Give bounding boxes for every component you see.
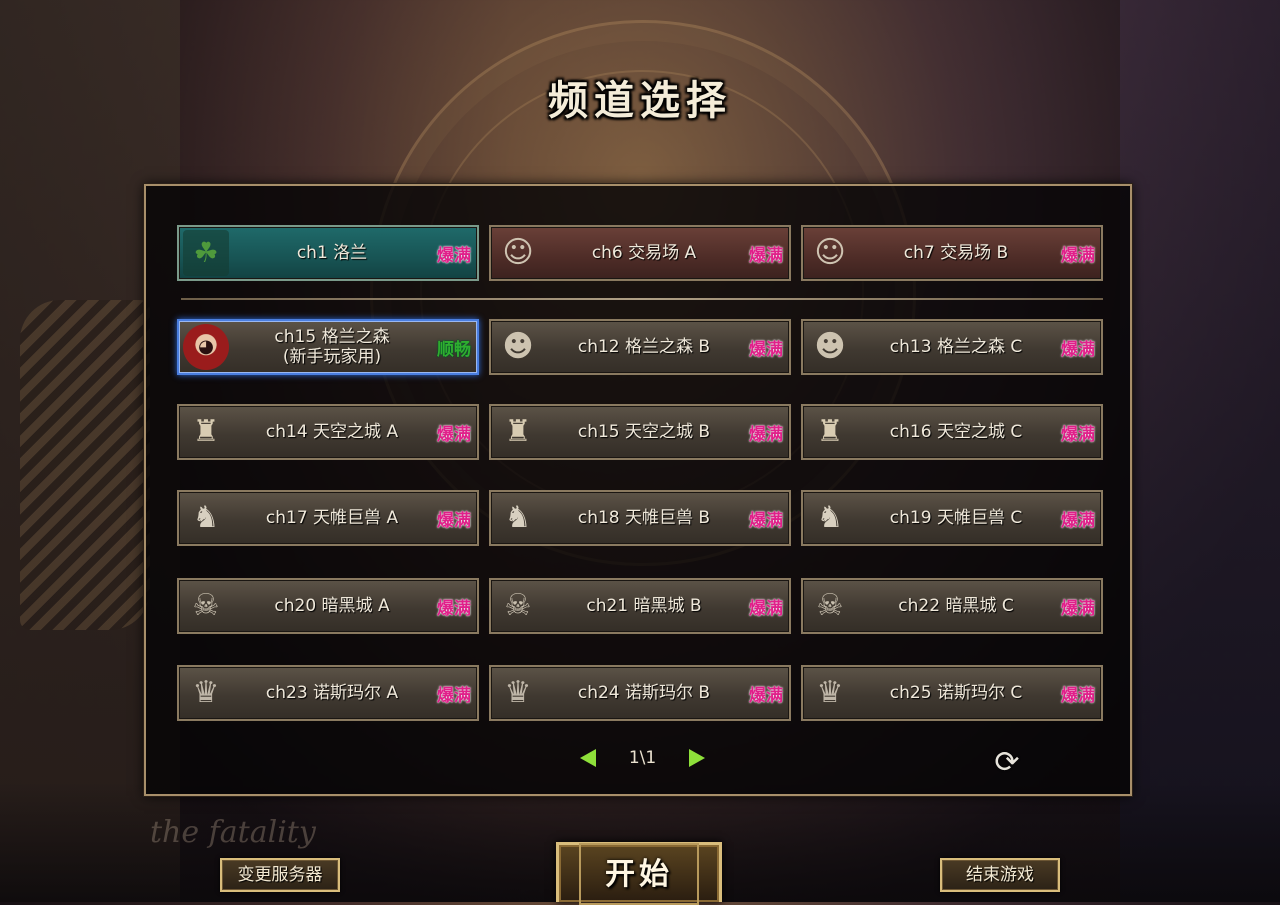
girl-icon: ◕	[183, 324, 229, 370]
status-badge: 爆满	[437, 510, 471, 531]
status-badge: 爆满	[1061, 339, 1095, 360]
start-button[interactable]: 开始	[556, 842, 722, 905]
channel-button-ch6[interactable]: ☺ ch6 交易场 A 爆满	[489, 225, 791, 281]
channel-button-ch17[interactable]: ♞ ch17 天帷巨兽 A 爆满	[177, 490, 479, 546]
status-badge: 顺畅	[437, 339, 471, 360]
channel-label: ch13 格兰之森 C	[889, 337, 1023, 357]
background-armor-artwork	[20, 300, 150, 630]
status-badge: 爆满	[1061, 510, 1095, 531]
channel-label: ch19 天帷巨兽 C	[889, 508, 1023, 528]
channel-button-ch20[interactable]: ☠ ch20 暗黑城 A 爆满	[177, 578, 479, 634]
channel-label: ch25 诺斯玛尔 C	[889, 683, 1023, 703]
channel-label: ch16 天空之城 C	[889, 422, 1023, 442]
mask-icon: ♞	[816, 500, 844, 535]
channel-button-ch14[interactable]: ♜ ch14 天空之城 A 爆满	[177, 404, 479, 460]
demon-icon: ☠	[816, 588, 844, 623]
channel-button-ch15[interactable]: ♜ ch15 天空之城 B 爆满	[489, 404, 791, 460]
channel-button-ch19[interactable]: ♞ ch19 天帷巨兽 C 爆满	[801, 490, 1103, 546]
channel-button-ch18[interactable]: ♞ ch18 天帷巨兽 B 爆满	[489, 490, 791, 546]
channel-button-ch13[interactable]: ☻ ch13 格兰之森 C 爆满	[801, 319, 1103, 375]
knight-icon: ♛	[192, 675, 220, 710]
channel-button-ch15-novice[interactable]: ◕ ch15 格兰之森 (新手玩家用) 顺畅	[177, 319, 479, 375]
channel-button-ch7[interactable]: ☺ ch7 交易场 B 爆满	[801, 225, 1103, 281]
knight-icon: ♛	[504, 675, 532, 710]
status-badge: 爆满	[1061, 424, 1095, 445]
knight-icon: ♛	[816, 675, 844, 710]
status-badge: 爆满	[749, 510, 783, 531]
status-badge: 爆满	[437, 685, 471, 706]
merchant-icon: ☺	[814, 235, 846, 270]
status-badge: 爆满	[749, 245, 783, 266]
channel-label: ch15 天空之城 B	[577, 422, 711, 442]
status-badge: 爆满	[749, 424, 783, 445]
status-badge: 爆满	[749, 685, 783, 706]
channel-button-ch12[interactable]: ☻ ch12 格兰之森 B 爆满	[489, 319, 791, 375]
channel-label: ch22 暗黑城 C	[898, 596, 1014, 616]
channel-button-ch23[interactable]: ♛ ch23 诺斯玛尔 A 爆满	[177, 665, 479, 721]
channel-button-ch22[interactable]: ☠ ch22 暗黑城 C 爆满	[801, 578, 1103, 634]
page-indicator: 1\1	[628, 748, 657, 768]
channel-label: ch1 洛兰	[296, 243, 368, 263]
status-badge: 爆满	[437, 598, 471, 619]
status-badge: 爆满	[1061, 685, 1095, 706]
channel-label: ch21 暗黑城 B	[586, 596, 702, 616]
channel-label: ch20 暗黑城 A	[274, 596, 390, 616]
next-page-arrow-icon[interactable]	[688, 749, 705, 767]
merchant-icon: ☺	[502, 235, 534, 270]
channel-label: ch18 天帷巨兽 B	[577, 508, 711, 528]
statue-icon: ♜	[504, 414, 532, 449]
channel-button-ch16[interactable]: ♜ ch16 天空之城 C 爆满	[801, 404, 1103, 460]
channel-label: ch24 诺斯玛尔 B	[577, 683, 711, 703]
channel-label: ch12 格兰之森 B	[577, 337, 711, 357]
statue-icon: ♜	[816, 414, 844, 449]
face-icon: ☻	[502, 329, 534, 364]
channel-button-ch24[interactable]: ♛ ch24 诺斯玛尔 B 爆满	[489, 665, 791, 721]
channel-button-ch25[interactable]: ♛ ch25 诺斯玛尔 C 爆满	[801, 665, 1103, 721]
channel-label: ch14 天空之城 A	[265, 422, 399, 442]
channel-label: ch15 格兰之森 (新手玩家用)	[274, 327, 390, 367]
channel-label: ch17 天帷巨兽 A	[265, 508, 399, 528]
statue-icon: ♜	[192, 414, 220, 449]
pager: 1\1	[580, 744, 705, 772]
demon-icon: ☠	[504, 588, 532, 623]
prev-page-arrow-icon[interactable]	[580, 749, 596, 767]
mask-icon: ♞	[504, 500, 532, 535]
channel-button-ch21[interactable]: ☠ ch21 暗黑城 B 爆满	[489, 578, 791, 634]
start-button-label: 开始	[579, 842, 699, 905]
background-right-artwork	[1120, 0, 1280, 902]
quit-game-button[interactable]: 结束游戏	[940, 858, 1060, 892]
face-icon: ☻	[814, 329, 846, 364]
channel-divider	[181, 298, 1103, 300]
mask-icon: ♞	[192, 500, 220, 535]
background-logo: the fatality	[150, 815, 316, 850]
channel-label: ch23 诺斯玛尔 A	[265, 683, 399, 703]
channel-label: ch6 交易场 A	[591, 243, 697, 263]
demon-icon: ☠	[192, 588, 220, 623]
leaf-icon: ☘	[183, 230, 229, 276]
status-badge: 爆满	[1061, 245, 1095, 266]
refresh-icon[interactable]: ⟳	[990, 746, 1024, 780]
channel-label: ch7 交易场 B	[903, 243, 1009, 263]
page-title: 频道选择	[548, 78, 732, 124]
status-badge: 爆满	[437, 245, 471, 266]
change-server-button[interactable]: 变更服务器	[220, 858, 340, 892]
status-badge: 爆满	[749, 598, 783, 619]
status-badge: 爆满	[1061, 598, 1095, 619]
status-badge: 爆满	[437, 424, 471, 445]
channel-button-ch1[interactable]: ☘ ch1 洛兰 爆满	[177, 225, 479, 281]
status-badge: 爆满	[749, 339, 783, 360]
